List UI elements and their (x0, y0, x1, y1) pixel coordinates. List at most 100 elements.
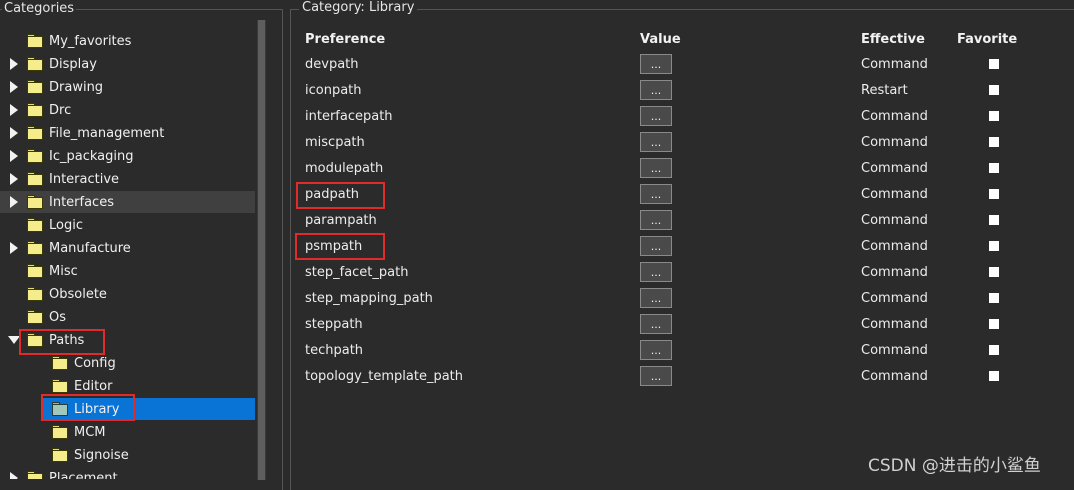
preference-name: step_facet_path (305, 265, 409, 280)
folder-icon (27, 148, 43, 163)
value-browse-button[interactable]: ... (640, 288, 672, 308)
effective-value: Command (861, 187, 928, 202)
effective-value: Command (861, 317, 928, 332)
tree-item-label: Obsolete (49, 286, 107, 302)
expand-arrow-icon[interactable] (7, 103, 21, 117)
header-preference: Preference (305, 32, 386, 47)
tree-item-interactive[interactable]: Interactive (0, 168, 255, 190)
folder-icon (27, 263, 43, 278)
effective-value: Command (861, 369, 928, 384)
value-browse-button[interactable]: ... (640, 340, 672, 360)
tree-item-drawing[interactable]: Drawing (0, 76, 255, 98)
favorite-checkbox[interactable] (989, 137, 999, 147)
tree-item-placement[interactable]: Placement (0, 467, 255, 479)
value-browse-button[interactable]: ... (640, 106, 672, 126)
preference-name: parampath (305, 213, 377, 228)
effective-value: Command (861, 213, 928, 228)
favorite-checkbox[interactable] (989, 293, 999, 303)
expand-arrow-icon[interactable] (7, 80, 21, 94)
folder-icon (27, 217, 43, 232)
tree-item-interfaces[interactable]: Interfaces (0, 191, 255, 213)
scrollbar-thumb[interactable] (258, 20, 265, 480)
tree-item-label: Ic_packaging (49, 148, 134, 164)
tree-item-label: File_management (49, 125, 165, 141)
tree-item-drc[interactable]: Drc (0, 99, 255, 121)
folder-icon (27, 332, 43, 347)
folder-icon (27, 286, 43, 301)
favorite-checkbox[interactable] (989, 241, 999, 251)
tree-item-label: Logic (49, 217, 83, 233)
favorite-checkbox[interactable] (989, 319, 999, 329)
tree-item-label: Library (74, 401, 120, 417)
folder-icon (27, 309, 43, 324)
categories-title: Categories (2, 1, 77, 16)
tree-item-os[interactable]: Os (0, 306, 255, 328)
tree-item-mcm[interactable]: MCM (0, 421, 255, 443)
folder-icon (27, 102, 43, 117)
preference-name: steppath (305, 317, 363, 332)
favorite-checkbox[interactable] (989, 215, 999, 225)
tree-item-library[interactable]: Library (42, 398, 255, 420)
favorite-checkbox[interactable] (989, 267, 999, 277)
tree-item-label: Signoise (74, 447, 129, 463)
header-effective: Effective (861, 32, 925, 47)
value-browse-button[interactable]: ... (640, 366, 672, 386)
expand-arrow-icon[interactable] (7, 149, 21, 163)
favorite-checkbox[interactable] (989, 189, 999, 199)
tree-item-misc[interactable]: Misc (0, 260, 255, 282)
preference-name: techpath (305, 343, 364, 358)
expand-arrow-icon[interactable] (7, 126, 21, 140)
favorite-checkbox[interactable] (989, 111, 999, 121)
tree-item-obsolete[interactable]: Obsolete (0, 283, 255, 305)
expand-arrow-icon[interactable] (7, 57, 21, 71)
tree-item-manufacture[interactable]: Manufacture (0, 237, 255, 259)
preference-name: topology_template_path (305, 369, 464, 384)
effective-value: Command (861, 161, 928, 176)
tree-item-ic-packaging[interactable]: Ic_packaging (0, 145, 255, 167)
effective-value: Command (861, 135, 928, 150)
preference-name: iconpath (305, 83, 362, 98)
folder-icon (27, 240, 43, 255)
expand-arrow-icon[interactable] (7, 241, 21, 255)
tree-item-editor[interactable]: Editor (0, 375, 255, 397)
tree-item-display[interactable]: Display (0, 53, 255, 75)
tree-item-label: Drc (49, 102, 72, 118)
tree-item-file-management[interactable]: File_management (0, 122, 255, 144)
categories-tree[interactable]: My_favorites Display Drawing Drc File_ma… (0, 19, 266, 479)
tree-item-paths[interactable]: Paths (0, 329, 255, 351)
value-browse-button[interactable]: ... (640, 262, 672, 282)
tree-item-my-favorites[interactable]: My_favorites (0, 30, 255, 52)
collapse-arrow-icon[interactable] (7, 333, 21, 347)
favorite-checkbox[interactable] (989, 371, 999, 381)
value-browse-button[interactable]: ... (640, 80, 672, 100)
value-browse-button[interactable]: ... (640, 210, 672, 230)
favorite-checkbox[interactable] (989, 345, 999, 355)
tree-item-label: Interfaces (49, 194, 114, 210)
value-browse-button[interactable]: ... (640, 236, 672, 256)
expand-arrow-icon[interactable] (7, 172, 21, 186)
folder-icon (27, 125, 43, 140)
tree-item-label: My_favorites (49, 33, 132, 49)
preference-name: step_mapping_path (305, 291, 433, 306)
value-browse-button[interactable]: ... (640, 158, 672, 178)
tree-scrollbar[interactable] (257, 20, 266, 480)
tree-item-label: Placement (49, 470, 118, 480)
tree-item-label: Manufacture (49, 240, 131, 256)
favorite-checkbox[interactable] (989, 59, 999, 69)
preferences-group (290, 9, 1074, 490)
tree-item-config[interactable]: Config (0, 352, 255, 374)
tree-item-label: Misc (49, 263, 78, 279)
favorite-checkbox[interactable] (989, 163, 999, 173)
expand-arrow-icon[interactable] (7, 195, 21, 209)
favorite-checkbox[interactable] (989, 85, 999, 95)
header-value: Value (640, 32, 681, 47)
tree-item-signoise[interactable]: Signoise (0, 444, 255, 466)
value-browse-button[interactable]: ... (640, 184, 672, 204)
expand-arrow-icon[interactable] (7, 471, 21, 479)
value-browse-button[interactable]: ... (640, 132, 672, 152)
value-browse-button[interactable]: ... (640, 314, 672, 334)
tree-item-logic[interactable]: Logic (0, 214, 255, 236)
effective-value: Command (861, 239, 928, 254)
folder-icon (52, 355, 68, 370)
value-browse-button[interactable]: ... (640, 54, 672, 74)
